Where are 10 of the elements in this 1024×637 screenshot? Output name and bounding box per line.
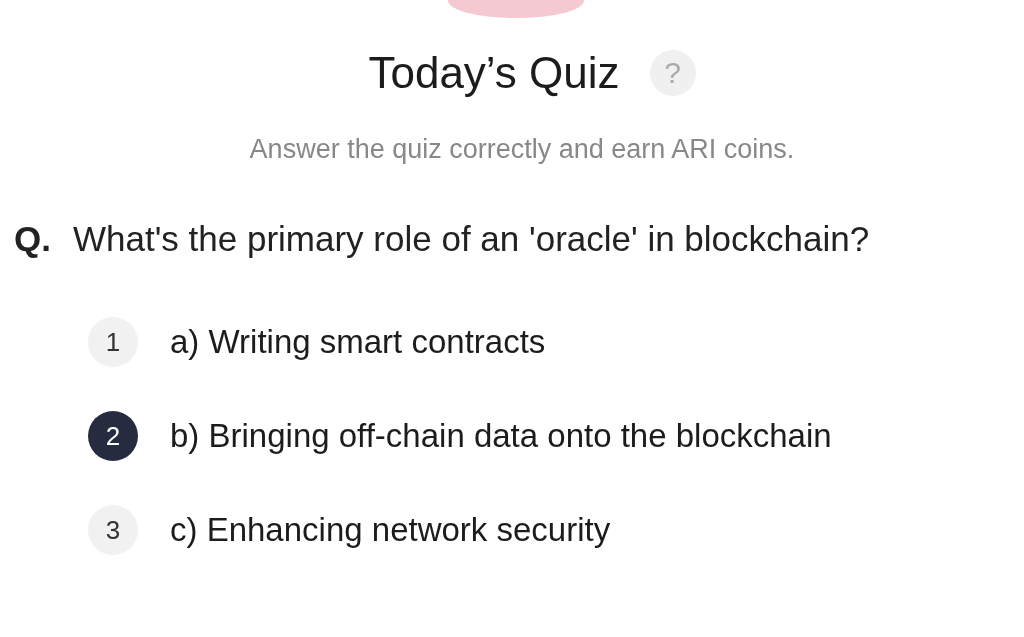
option-text[interactable]: a) Writing smart contracts: [170, 323, 546, 361]
option-text[interactable]: c) Enhancing network security: [170, 511, 611, 549]
option-number[interactable]: 2: [88, 411, 138, 461]
quiz-subtitle: Answer the quiz correctly and earn ARI coins.: [248, 134, 796, 165]
option-number[interactable]: 1: [88, 317, 138, 367]
question-text: What's the primary role of an 'oracle' in blockchain?: [72, 219, 870, 259]
option-number[interactable]: 3: [88, 505, 138, 555]
quiz-title: Today’s Quiz: [368, 48, 620, 98]
question-prefix: Q.: [14, 219, 51, 259]
option-text[interactable]: b) Bringing off-chain data onto the blockchain: [170, 417, 832, 455]
